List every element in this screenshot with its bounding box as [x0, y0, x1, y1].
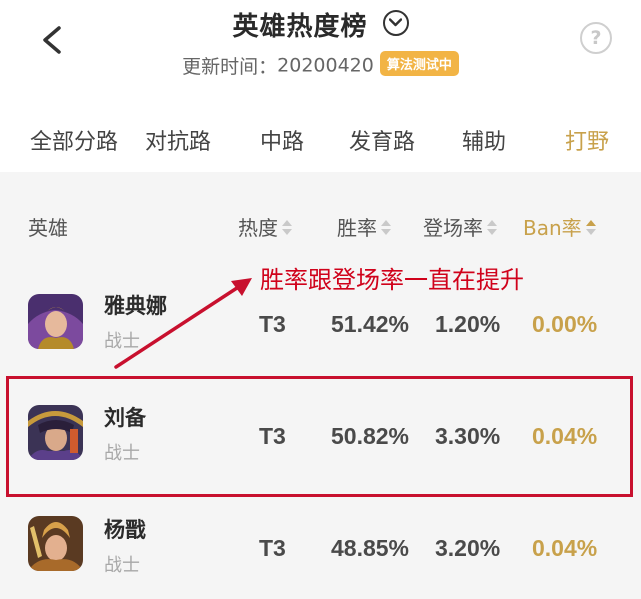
hero-avatar [28, 516, 83, 571]
pick-rate-value: 1.20% [435, 311, 501, 337]
header-bar: 英雄热度榜 更新时间：20200420 算法测试中 ? [0, 0, 641, 95]
help-button[interactable]: ? [580, 22, 612, 54]
tab-all-lanes[interactable]: 全部分路 [30, 124, 118, 156]
algo-test-badge: 算法测试中 [379, 51, 459, 76]
hero-name: 杨戬 [104, 518, 146, 542]
tab-clash-lane[interactable]: 对抗路 [145, 124, 211, 156]
heat-tier: T3 [259, 535, 286, 561]
annotation-text: 胜率跟登场率一直在提升 [260, 266, 524, 294]
heat-tier: T3 [259, 311, 286, 337]
ban-rate-value: 0.00% [532, 311, 598, 337]
lane-tabs: 全部分路 对抗路 中路 发育路 辅助 打野 [0, 112, 641, 168]
update-date: 20200420 [277, 54, 374, 77]
update-label: 更新时间： [182, 56, 278, 78]
win-rate-value: 51.42% [331, 311, 410, 337]
column-header-heat-label: 热度 [238, 216, 278, 240]
tab-jungle[interactable]: 打野 [565, 124, 609, 156]
sort-icon [381, 219, 391, 237]
column-header-win-rate[interactable]: 胜率 [337, 212, 391, 241]
hero-name: 雅典娜 [104, 294, 167, 318]
column-header-ban-rate[interactable]: Ban率 [523, 212, 596, 241]
column-header-win-rate-label: 胜率 [337, 216, 377, 240]
hero-portrait-icon [28, 516, 83, 571]
chevron-down-icon [388, 17, 402, 26]
tab-mid-lane[interactable]: 中路 [260, 124, 304, 156]
update-info: 更新时间：20200420 算法测试中 [0, 51, 641, 79]
column-header-ban-rate-label: Ban率 [523, 216, 582, 240]
hero-portrait-icon [28, 294, 83, 349]
hero-role: 战士 [104, 331, 140, 352]
sort-icon [282, 219, 292, 237]
title-dropdown-button[interactable] [382, 9, 409, 36]
column-header-pick-rate-label: 登场率 [423, 216, 483, 240]
sort-ascending-icon [585, 219, 596, 237]
table-row[interactable]: 杨戬 战士 T3 48.85% 3.20% 0.04% [0, 490, 641, 599]
column-header-heat[interactable]: 热度 [238, 212, 292, 241]
win-rate-value: 48.85% [331, 535, 410, 561]
tab-farm-lane[interactable]: 发育路 [349, 124, 415, 156]
column-header-hero: 英雄 [28, 216, 68, 240]
tab-roam[interactable]: 辅助 [462, 124, 506, 156]
pick-rate-value: 3.20% [435, 535, 501, 561]
hero-avatar [28, 294, 83, 349]
sort-icon [487, 219, 497, 237]
title-area: 英雄热度榜 [0, 6, 641, 43]
page-title: 英雄热度榜 [232, 12, 368, 42]
highlight-box [6, 376, 633, 497]
column-header-pick-rate[interactable]: 登场率 [423, 212, 497, 241]
hero-role: 战士 [104, 555, 140, 576]
ban-rate-value: 0.04% [532, 535, 598, 561]
